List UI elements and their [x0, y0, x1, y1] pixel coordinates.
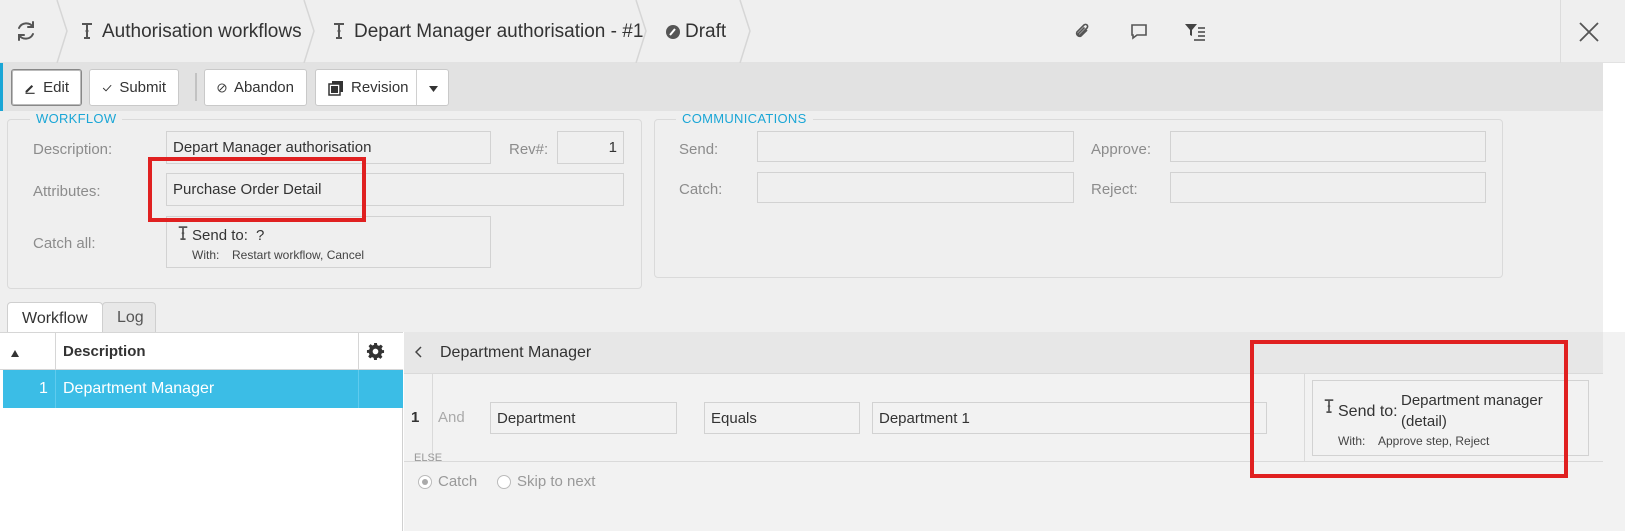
condition-divider: [432, 374, 433, 461]
row-description: Department Manager: [63, 380, 215, 397]
close-icon: [1579, 22, 1599, 42]
approve-field[interactable]: [1170, 131, 1486, 162]
comment-icon[interactable]: [1129, 22, 1149, 46]
edit-button-label: Edit: [43, 79, 69, 96]
sort-up-icon[interactable]: [10, 345, 20, 362]
breadcrumb-separator: [303, 0, 315, 63]
pencil-icon: [25, 84, 35, 94]
attributes-label: Attributes:: [33, 183, 101, 200]
catch-send-to-value: ?: [256, 227, 265, 244]
grid-header-description[interactable]: Description: [63, 343, 146, 360]
skip-option-label: Skip to next: [517, 473, 596, 490]
top-bar: Authorisation workflows Depart Manager a…: [0, 0, 1625, 63]
catch-all-label: Catch all:: [33, 235, 96, 252]
catch-all-field[interactable]: Send to: ? With: Restart workflow, Cance…: [166, 216, 491, 268]
toolbar-accent: [0, 63, 3, 111]
approve-label: Approve:: [1091, 141, 1152, 158]
else-label: ELSE: [414, 452, 443, 464]
grid-header: Description: [0, 332, 403, 371]
tab-workflow[interactable]: Workflow: [7, 302, 103, 334]
chevron-down-icon[interactable]: [428, 81, 446, 98]
reject-label: Reject:: [1091, 181, 1138, 198]
copy-icon: [328, 80, 343, 96]
catch-radio[interactable]: [418, 474, 432, 489]
rev-field[interactable]: 1: [557, 131, 624, 164]
check-icon: [102, 84, 112, 92]
breadcrumb-status[interactable]: Draft: [665, 0, 726, 63]
communications-legend: COMMUNICATIONS: [676, 111, 813, 126]
breadcrumb-item-label: Depart Manager authorisation - #1: [354, 20, 644, 42]
breadcrumb-status-label: Draft: [685, 20, 727, 42]
toolbar-divider: [195, 73, 197, 101]
breadcrumb-workflows[interactable]: Authorisation workflows: [80, 0, 302, 63]
action-toolbar: Edit Submit Abandon Revision: [0, 63, 1603, 111]
catch-send-to-label: Send to:: [192, 227, 248, 244]
abandon-button-label: Abandon: [233, 79, 294, 96]
draft-status-icon: [665, 24, 681, 40]
abandon-button[interactable]: Abandon: [204, 69, 307, 106]
catch-option-label: Catch: [438, 473, 478, 490]
send-field[interactable]: [757, 131, 1074, 162]
workflow-legend: WORKFLOW: [30, 111, 123, 126]
grid-column-divider: [358, 333, 359, 371]
grid-column-divider: [358, 370, 359, 408]
and-label: And: [438, 409, 465, 426]
workflow-icon: [332, 22, 346, 42]
revision-split-divider: [416, 70, 417, 105]
filter-list-icon[interactable]: [1184, 22, 1206, 46]
tab-strip: Workflow Log: [0, 297, 1603, 334]
highlight-attributes: [148, 157, 366, 222]
edit-button[interactable]: Edit: [11, 69, 82, 106]
condition-number: 1: [411, 409, 420, 426]
revision-button[interactable]: Revision: [315, 69, 449, 106]
grid-column-divider: [55, 370, 56, 408]
rev-label: Rev#:: [509, 141, 549, 158]
catch-with-value: Restart workflow, Cancel: [232, 248, 365, 262]
refresh-icon[interactable]: [14, 19, 38, 43]
catch-field[interactable]: [757, 172, 1074, 203]
workflow-icon: [80, 22, 94, 42]
tab-log[interactable]: Log: [102, 302, 156, 333]
steps-grid: Description 1 Department Manager: [0, 332, 403, 531]
grid-column-divider: [55, 333, 56, 371]
send-label: Send:: [679, 141, 719, 158]
detail-title: Department Manager: [440, 344, 592, 361]
close-button[interactable]: [1560, 0, 1625, 63]
condition-value[interactable]: Department 1: [872, 402, 1267, 434]
skip-radio-option[interactable]: Skip to next: [497, 473, 595, 490]
breadcrumb-separator: [635, 0, 647, 63]
catch-with-label: With:: [192, 248, 220, 262]
condition-field[interactable]: Department: [490, 402, 677, 434]
chevron-left-icon[interactable]: [414, 345, 423, 362]
submit-button-label: Submit: [119, 79, 166, 96]
row-number: 1: [39, 380, 48, 397]
skip-radio[interactable]: [497, 474, 511, 489]
gear-icon[interactable]: [366, 342, 385, 365]
highlight-send-to: [1250, 340, 1568, 478]
breadcrumb-item[interactable]: Depart Manager authorisation - #1: [332, 0, 643, 63]
reject-field[interactable]: [1170, 172, 1486, 203]
breadcrumb-separator: [56, 0, 68, 63]
catch-radio-option[interactable]: Catch: [418, 473, 477, 490]
table-row[interactable]: 1 Department Manager: [3, 370, 403, 408]
breadcrumb-separator: [739, 0, 751, 63]
condition-operator[interactable]: Equals: [704, 402, 860, 434]
submit-button[interactable]: Submit: [89, 69, 179, 106]
paperclip-icon[interactable]: [1072, 22, 1092, 46]
ban-icon: [217, 82, 227, 93]
catch-label: Catch:: [679, 181, 723, 198]
workflow-icon: [177, 225, 189, 247]
description-label: Description:: [33, 141, 113, 158]
revision-button-label: Revision: [351, 79, 409, 96]
breadcrumb-workflows-label: Authorisation workflows: [102, 20, 302, 42]
